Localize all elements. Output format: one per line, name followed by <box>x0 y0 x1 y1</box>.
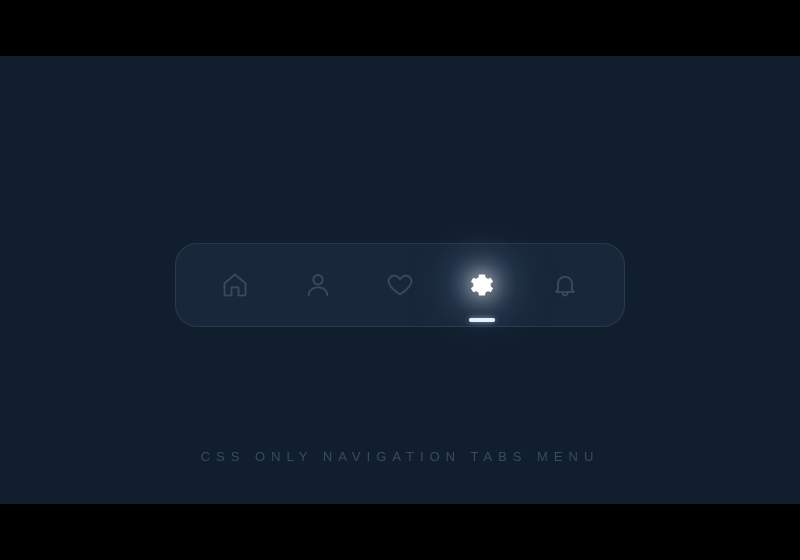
user-icon <box>304 271 332 299</box>
active-indicator <box>469 318 495 322</box>
bell-icon <box>551 271 579 299</box>
stage: CSS ONLY NAVIGATION TABS MENU <box>0 56 800 504</box>
gear-icon <box>468 271 496 299</box>
home-icon <box>221 271 249 299</box>
heart-icon <box>386 271 414 299</box>
tab-home[interactable] <box>205 244 265 326</box>
tab-profile[interactable] <box>288 244 348 326</box>
tab-favorite[interactable] <box>370 244 430 326</box>
caption-text: CSS ONLY NAVIGATION TABS MENU <box>201 449 600 464</box>
letterbox-bottom <box>0 504 800 560</box>
letterbox-top <box>0 0 800 56</box>
tab-settings[interactable] <box>452 244 512 326</box>
tab-alerts[interactable] <box>535 244 595 326</box>
tab-navbar <box>175 243 625 327</box>
